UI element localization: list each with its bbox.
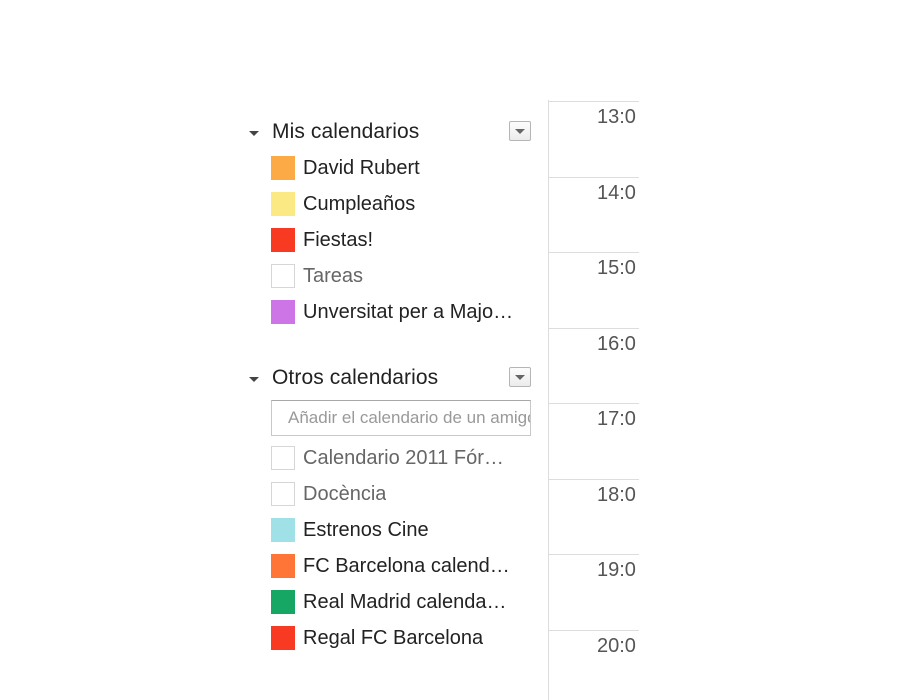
hour-row[interactable]: 17:0	[549, 403, 639, 479]
hour-label: 18:0	[597, 483, 636, 506]
calendar-item[interactable]: FC Barcelona calend…	[245, 548, 537, 584]
my-calendars-header[interactable]: Mis calendarios	[245, 114, 537, 150]
calendar-color-swatch[interactable]	[271, 300, 295, 324]
hour-label: 13:0	[597, 106, 636, 128]
hour-label: 19:0	[597, 559, 636, 581]
collapse-caret-icon[interactable]	[249, 131, 259, 136]
calendar-color-swatch[interactable]	[271, 626, 295, 650]
calendar-name: FC Barcelona calend…	[303, 554, 510, 577]
calendar-color-swatch[interactable]	[271, 192, 295, 216]
collapse-caret-icon[interactable]	[249, 377, 259, 382]
my-calendars-menu-button[interactable]	[509, 121, 531, 141]
hour-label: 17:0	[597, 408, 636, 430]
other-calendars-list: Calendario 2011 Fór… Docència Estrenos C…	[245, 440, 537, 656]
hour-row[interactable]: 15:0	[549, 252, 639, 328]
calendar-color-swatch[interactable]	[271, 554, 295, 578]
calendar-name: Calendario 2011 Fór…	[303, 446, 504, 469]
dropdown-arrow-icon	[515, 375, 525, 380]
calendar-name: Estrenos Cine	[303, 518, 429, 541]
calendar-item[interactable]: Real Madrid calenda…	[245, 584, 537, 620]
calendar-sidebar: Mis calendarios David Rubert Cumpleaños …	[245, 114, 537, 656]
hour-row[interactable]: 14:0	[549, 176, 639, 253]
calendar-name: Cumpleaños	[303, 192, 416, 215]
hour-row[interactable]: 16:0	[549, 327, 639, 404]
hour-label: 16:0	[597, 332, 636, 355]
other-calendars-header[interactable]: Otros calendarios	[245, 360, 537, 396]
calendar-item[interactable]: Regal FC Barcelona	[245, 620, 537, 656]
calendar-page: Mis calendarios David Rubert Cumpleaños …	[0, 0, 900, 700]
time-column: 13:0 14:0 15:0 16:0 17:0 18:0 19:0 20:0	[549, 101, 639, 700]
calendar-item[interactable]: Estrenos Cine	[245, 512, 537, 548]
calendar-item[interactable]: Docència	[245, 476, 537, 512]
calendar-name: Fiestas!	[303, 228, 374, 251]
calendar-color-swatch[interactable]	[271, 228, 295, 252]
hour-label: 15:0	[597, 257, 636, 279]
calendar-name: Unversitat per a Majo…	[303, 300, 514, 323]
other-calendars-title: Otros calendarios	[272, 366, 439, 389]
hour-row[interactable]: 19:0	[549, 554, 639, 630]
calendar-color-swatch[interactable]	[271, 590, 295, 614]
calendar-item[interactable]: David Rubert	[245, 150, 537, 186]
dropdown-arrow-icon	[515, 129, 525, 134]
hour-row[interactable]: 20:0	[549, 629, 639, 700]
calendar-item[interactable]: Fiestas!	[245, 222, 537, 258]
calendar-color-swatch[interactable]	[271, 156, 295, 180]
calendar-color-swatch[interactable]	[271, 264, 295, 288]
other-calendars-menu-button[interactable]	[509, 367, 531, 387]
calendar-item[interactable]: Tareas	[245, 258, 537, 294]
hour-label: 20:0	[597, 634, 636, 657]
calendar-name: Tareas	[303, 264, 364, 287]
calendar-name: Regal FC Barcelona	[303, 626, 484, 649]
calendar-item[interactable]: Cumpleaños	[245, 186, 537, 222]
add-friend-calendar-input[interactable]	[271, 400, 531, 436]
hour-row[interactable]: 13:0	[549, 101, 639, 177]
calendar-name: Docència	[303, 482, 387, 505]
calendar-name: Real Madrid calenda…	[303, 590, 507, 613]
my-calendars-title: Mis calendarios	[272, 120, 420, 143]
calendar-item[interactable]: Unversitat per a Majo…	[245, 294, 537, 330]
calendar-color-swatch[interactable]	[271, 446, 295, 470]
my-calendars-list: David Rubert Cumpleaños Fiestas! Tareas …	[245, 150, 537, 330]
calendar-name: David Rubert	[303, 156, 420, 179]
hour-label: 14:0	[597, 181, 636, 204]
calendar-color-swatch[interactable]	[271, 518, 295, 542]
hour-row[interactable]: 18:0	[549, 478, 639, 555]
calendar-item[interactable]: Calendario 2011 Fór…	[245, 440, 537, 476]
calendar-color-swatch[interactable]	[271, 482, 295, 506]
